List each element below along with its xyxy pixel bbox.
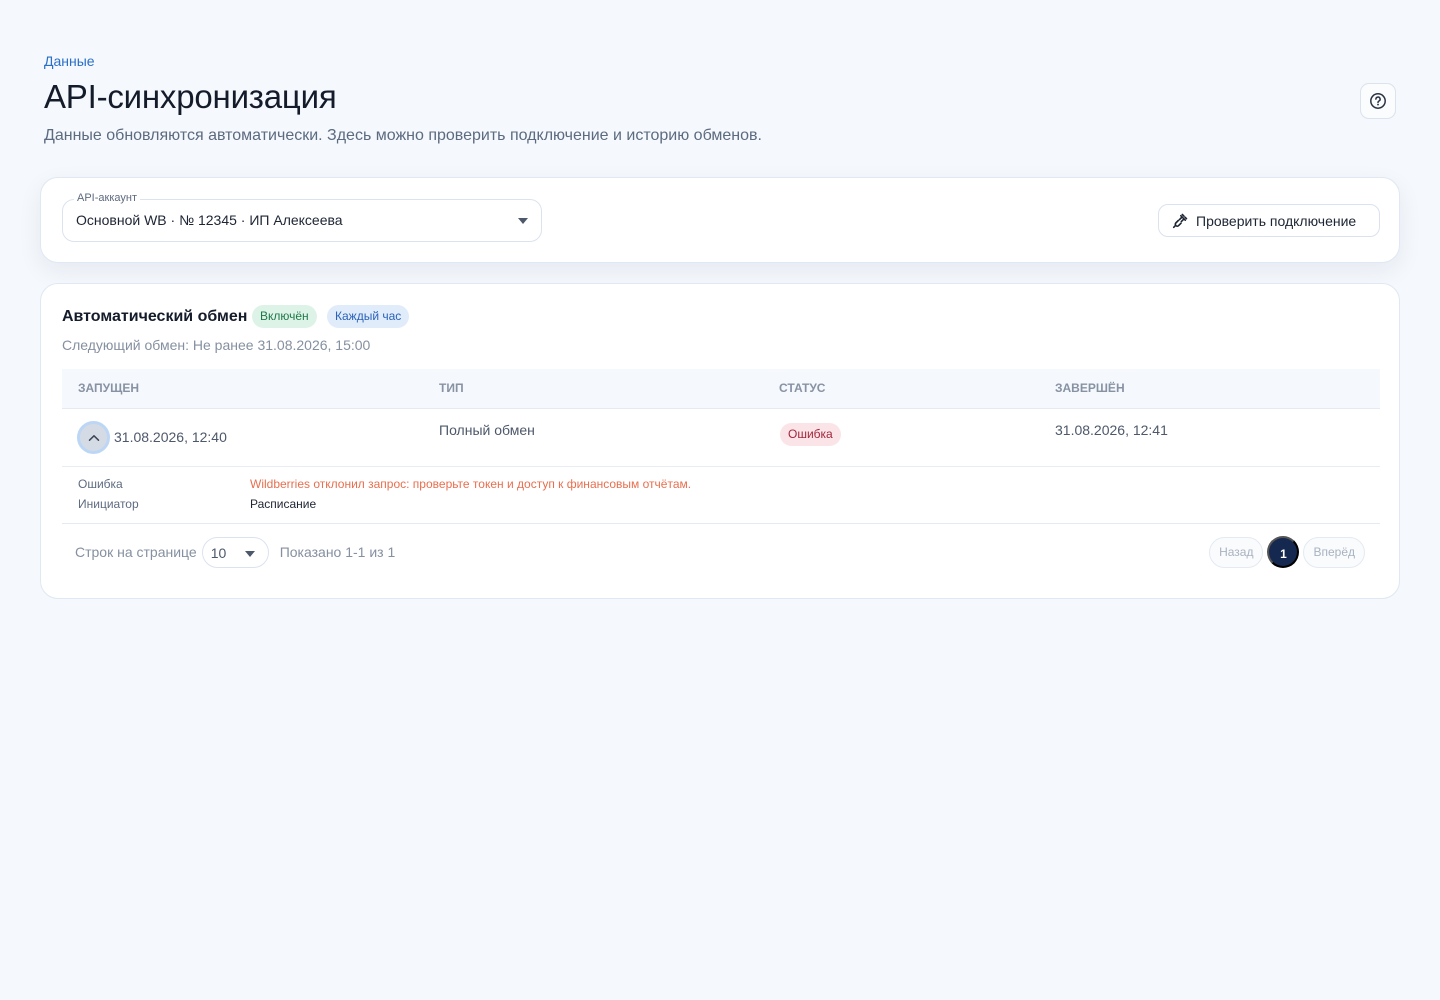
detail-error-label: Ошибка xyxy=(78,477,123,491)
chevron-down-icon xyxy=(518,218,528,224)
detail-error-message: Wildberries отклонил запрос: проверьте т… xyxy=(250,477,692,491)
previous-page-button[interactable]: Назад xyxy=(1209,536,1264,568)
table-row: 31.08.2026, 12:40 Полный обмен Ошибка 31… xyxy=(62,409,1380,467)
account-select[interactable]: API-аккаунт Основной WB · № 12345 · ИП А… xyxy=(62,192,542,242)
pagination: Назад 1 Вперёд xyxy=(1209,536,1365,568)
plug-connection-icon xyxy=(1172,213,1188,228)
next-exchange-text: Следующий обмен: Не ранее 31.08.2026, 15… xyxy=(62,337,371,353)
exchange-enabled-badge: Включён xyxy=(252,305,317,328)
current-page-button[interactable]: 1 xyxy=(1267,536,1300,568)
column-finished: Завершён xyxy=(1055,381,1125,395)
question-circle-icon xyxy=(1370,93,1386,109)
rows-per-page-value: 10 xyxy=(210,544,227,561)
detail-initiator-label: Инициатор xyxy=(78,497,139,511)
column-type: Тип xyxy=(439,381,464,395)
rows-per-page-label: Строк на странице xyxy=(75,544,197,560)
row-started: 31.08.2026, 12:40 xyxy=(114,429,227,445)
detail-initiator-value: Расписание xyxy=(250,497,317,511)
help-button[interactable] xyxy=(1360,83,1396,119)
collapse-row-button[interactable] xyxy=(77,421,110,454)
column-status: Статус xyxy=(779,381,826,395)
table-footer-left: Строк на странице 10 Показано 1-1 из 1 xyxy=(75,536,395,568)
auto-exchange-card: Автоматический обмен Включён Каждый час … xyxy=(40,283,1400,599)
chevron-up-icon xyxy=(88,434,99,441)
account-card: API-аккаунт Основной WB · № 12345 · ИП А… xyxy=(40,177,1400,263)
row-details: Ошибка Wildberries отклонил запрос: пров… xyxy=(62,468,1380,524)
rows-shown-text: Показано 1-1 из 1 xyxy=(279,544,396,560)
check-connection-label: Проверить подключение xyxy=(1196,212,1357,229)
status-badge: Ошибка xyxy=(780,423,841,446)
page-subtitle: Данные обновляются автоматически. Здесь … xyxy=(44,127,762,144)
account-select-label: API-аккаунт xyxy=(74,192,140,204)
row-finished: 31.08.2026, 12:41 xyxy=(1055,422,1168,438)
history-table-header: Запущен Тип Статус Завершён xyxy=(62,369,1380,409)
chevron-down-icon xyxy=(244,550,255,557)
check-connection-button[interactable]: Проверить подключение xyxy=(1158,204,1380,237)
rows-per-page-select[interactable]: 10 xyxy=(201,536,269,568)
auto-exchange-title: Автоматический обмен xyxy=(62,308,248,325)
breadcrumb[interactable]: Данные xyxy=(44,53,95,69)
page-title: API-синхронизация xyxy=(44,78,337,115)
column-started: Запущен xyxy=(78,381,140,395)
account-select-value: Основной WB · № 12345 · ИП Алексеева xyxy=(76,212,343,228)
next-page-button[interactable]: Вперёд xyxy=(1303,536,1365,568)
row-type: Полный обмен xyxy=(439,422,535,438)
exchange-frequency-badge: Каждый час xyxy=(327,305,410,328)
